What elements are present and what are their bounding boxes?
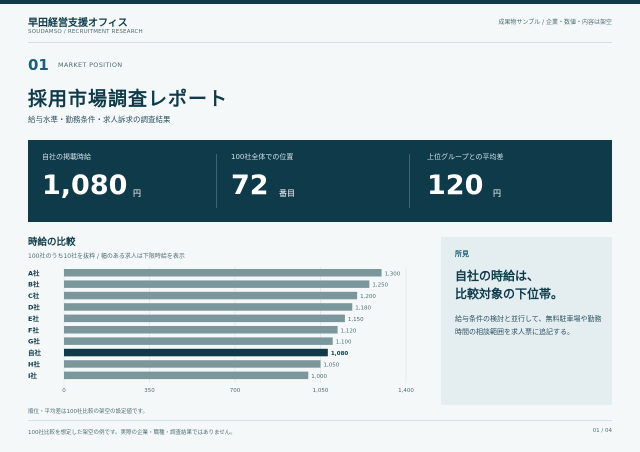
value-label: 1,200 [360,294,376,300]
bar [64,326,338,334]
header-divider [28,42,612,43]
kpi-average-gap: 上位グループとの平均差 120 円 [413,140,612,222]
insight-label: 所見 [455,250,469,258]
category-label: C社 [28,291,40,300]
section-number: 01 [28,56,49,74]
insight-body: 給与条件の検討と並行して、無料駐車場や勤務時間の相談範囲を求人票に追記する。 [455,315,602,336]
page-subtitle: 給与水準・勤務条件・求人訴求の調査結果 [28,115,171,124]
value-label: 1,150 [348,317,364,323]
page-number: 01 / 04 [592,428,612,434]
insight-headline: 自社の時給は、 比較対象の下位帯。 [455,267,605,303]
kpi-band: 自社の掲載時給 1,080 円 100社全体での位置 72 番目 上位グループと… [28,140,612,222]
chart-title: 時給の比較 [28,237,76,248]
kpi-unit: 円 [133,189,141,198]
category-label: B社 [28,280,40,289]
insight-panel: 所見 自社の時給は、 比較対象の下位帯。 給与条件の検討と並行して、無料駐車場や… [441,237,612,405]
category-label: D社 [28,303,40,312]
kpi-unit: 円 [493,189,501,198]
x-tick-label: 350 [144,388,155,394]
kpi-own-wage: 自社の掲載時給 1,080 円 [28,140,216,222]
kpi-unit: 番目 [279,189,295,198]
x-tick-label: 1,400 [398,388,414,394]
value-label: 1,100 [336,340,352,346]
header-note: 成果物サンプル / 企業・数値・内容は架空 [498,19,612,26]
value-label: 1,300 [385,271,401,277]
footer-note: 100社比較を想定した架空の例です。実際の企業・職種・調査結果ではありません。 [28,430,236,436]
kpi-rank: 100社全体での位置 72 番目 [217,140,409,222]
bar [64,291,358,300]
bar [64,269,382,277]
top-accent-bar [0,0,640,4]
value-label: 1,080 [331,351,349,357]
category-label: G社 [28,337,40,346]
category-label: E社 [28,314,39,323]
value-label: 1,180 [355,306,371,312]
kpi-value: 72 [231,170,269,201]
chart-subtitle: 100社のうち10社を抜粋 / 幅のある求人は下限時給を表示 [28,253,185,260]
kpi-value: 120 [427,170,484,201]
bar-highlight [64,348,328,357]
kpi-divider [409,154,410,208]
section-label: MARKET POSITION [58,61,123,69]
value-label: 1,000 [311,374,327,380]
insight-headline-line: 自社の時給は、 [455,269,540,283]
insight-headline-line: 比較対象の下位帯。 [455,287,564,301]
bar [64,314,345,323]
bar [64,360,321,368]
x-tick-label: 0 [62,388,66,394]
value-label: 1,250 [372,283,388,289]
bar [64,371,309,380]
kpi-label: 100社全体での位置 [231,153,294,161]
bar [64,337,333,345]
page-title: 採用市場調査レポート [28,88,229,110]
category-label: H社 [28,360,40,369]
kpi-label: 自社の掲載時給 [42,153,91,161]
x-tick-label: 700 [230,388,241,394]
value-label: 1,050 [324,363,340,369]
category-label: F社 [28,325,39,334]
kpi-value: 1,080 [42,170,128,201]
category-label: 自社 [28,348,42,357]
bar [64,303,353,311]
footer-divider [28,420,612,421]
brand-name: 早田経営支援オフィス [28,18,128,29]
brand-subtitle: SOUDAMSO / RECRUITMENT RESEARCH [28,29,143,35]
category-label: A社 [28,268,40,277]
bar [64,280,370,288]
x-tick-label: 1,050 [313,388,329,394]
chart-note: 順位・平均差は100社比較の架空の設定値です。 [28,409,148,415]
category-label: I社 [28,371,37,380]
kpi-label: 上位グループとの平均差 [427,153,504,161]
value-label: 1,120 [341,328,357,334]
wage-bar-chart: 0 350 700 1,050 1,400 A社 1,300 B社 1,250 C社 1,200 D社… [28,267,414,394]
